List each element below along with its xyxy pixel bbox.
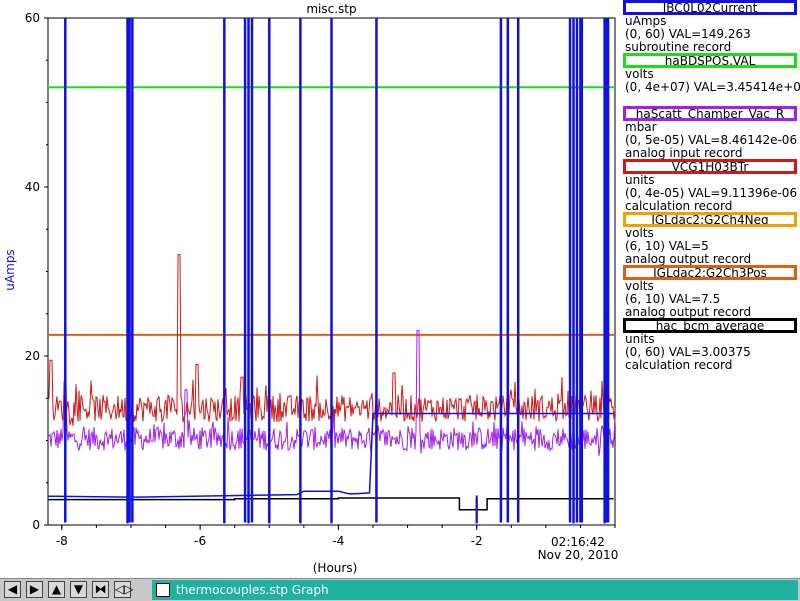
legend-series-name[interactable]: hac_bcm_average (623, 318, 797, 333)
legend-value: VAL=149.263 (668, 27, 751, 41)
y-tick-label: 60 (25, 11, 40, 25)
legend-series-name[interactable]: VCG1H03BTr (623, 159, 797, 174)
legend-record-type: analog input record (625, 146, 743, 160)
x-tick-label: -2 (471, 534, 483, 548)
zoom-out-button[interactable]: ◁▷ (114, 581, 133, 598)
legend-record-type: calculation record (625, 358, 733, 372)
legend-record-type: analog output record (625, 305, 752, 319)
legend-value: VAL=5 (668, 239, 709, 253)
legend-unit: volts (625, 67, 654, 81)
legend-entry: IGLdac2:G2Ch3Pos volts (6, 10) VAL=7.5 anal… (620, 265, 800, 319)
legend-unit: volts (625, 279, 654, 293)
legend-series-name[interactable]: haScatt_Chamber_Vac_R (623, 106, 797, 121)
legend: IBC0L02Current uAmps (0, 60) VAL=149.263 su… (620, 0, 800, 372)
legend-range: (0, 4e+07) (625, 80, 690, 94)
legend-series-name[interactable]: haBDSPOS.VAL (623, 53, 797, 68)
legend-range-value: (0, 4e-05) VAL=9.11396e-06 (625, 186, 797, 200)
window-icon (156, 582, 170, 597)
legend-range: (6, 10) (625, 292, 665, 306)
taskbar: ◀ ▶ ▲ ▼ ⧓ ◁▷ thermocouples.stp Graph (0, 578, 800, 601)
chart: 0 20 40 60 -8 -6 -4 -2 misc.stp (Hours) uAmps 02:16… (3, 2, 619, 575)
scroll-left-button[interactable]: ◀ (4, 581, 21, 598)
legend-unit: mbar (625, 120, 657, 134)
legend-record-type: calculation record (625, 199, 733, 213)
legend-record-type: analog output record (625, 252, 752, 266)
legend-series-name[interactable]: IGLdac2:G2Ch3Pos (623, 265, 797, 280)
legend-range-value: (6, 10) VAL=5 (625, 239, 709, 253)
legend-unit: units (625, 332, 655, 346)
zoom-in-button[interactable]: ⧓ (92, 581, 109, 598)
legend-entry: hac_bcm_average units (0, 60) VAL=3.00375 c… (620, 318, 800, 372)
scroll-down-button[interactable]: ▼ (70, 581, 87, 598)
legend-series-name[interactable]: IBC0L02Current (623, 0, 797, 15)
legend-series-name[interactable]: IGLdac2:G2Ch4Neg (623, 212, 797, 227)
end-date-label: Nov 20, 2010 (538, 548, 619, 562)
legend-range: (6, 10) (625, 239, 665, 253)
legend-range-value: (0, 4e+07) VAL=3.45414e+07 (625, 80, 800, 94)
y-tick-label: 40 (25, 180, 40, 194)
legend-range: (0, 5e-05) (625, 133, 685, 147)
legend-entry: VCG1H03BTr units (0, 4e-05) VAL=9.11396e-0… (620, 159, 800, 213)
legend-entry: IGLdac2:G2Ch4Neg volts (6, 10) VAL=5 analog… (620, 212, 800, 266)
y-axis-label: uAmps (3, 249, 17, 290)
scroll-right-button[interactable]: ▶ (26, 581, 43, 598)
legend-range: (0, 60) (625, 345, 665, 359)
legend-unit: volts (625, 226, 654, 240)
x-tick-label: -8 (56, 534, 68, 548)
x-axis-label: (Hours) (313, 561, 358, 575)
y-tick-label: 0 (32, 518, 40, 532)
legend-value: VAL=3.45414e+07 (693, 80, 800, 94)
legend-range: (0, 60) (625, 27, 665, 41)
y-tick-label: 20 (25, 349, 40, 363)
legend-entry: IBC0L02Current uAmps (0, 60) VAL=149.263 su… (620, 0, 800, 54)
legend-entry: haScatt_Chamber_Vac_R mbar (0, 5e-05) VAL=… (620, 106, 800, 160)
chart-title: misc.stp (306, 2, 356, 16)
legend-value: VAL=8.46142e-06 (688, 133, 798, 147)
taskbar-window-button[interactable]: thermocouples.stp Graph (152, 580, 798, 600)
x-tick-label: -4 (332, 534, 344, 548)
x-tick-label: -6 (194, 534, 206, 548)
end-time-label: 02:16:42 (551, 535, 605, 549)
legend-value: VAL=3.00375 (668, 345, 751, 359)
legend-range-value: (0, 60) VAL=3.00375 (625, 345, 751, 359)
legend-range-value: (0, 5e-05) VAL=8.46142e-06 (625, 133, 797, 147)
legend-value: VAL=7.5 (668, 292, 721, 306)
legend-value: VAL=9.11396e-06 (688, 186, 798, 200)
taskbar-window-label: thermocouples.stp Graph (176, 583, 329, 597)
legend-range: (0, 4e-05) (625, 186, 685, 200)
legend-entry: haBDSPOS.VAL volts (0, 4e+07) VAL=3.45414e… (620, 53, 800, 106)
scroll-up-button[interactable]: ▲ (48, 581, 65, 598)
legend-unit: units (625, 173, 655, 187)
legend-range-value: (0, 60) VAL=149.263 (625, 27, 751, 41)
legend-range-value: (6, 10) VAL=7.5 (625, 292, 720, 306)
legend-unit: uAmps (625, 14, 667, 28)
legend-record-type: subroutine record (625, 40, 732, 54)
